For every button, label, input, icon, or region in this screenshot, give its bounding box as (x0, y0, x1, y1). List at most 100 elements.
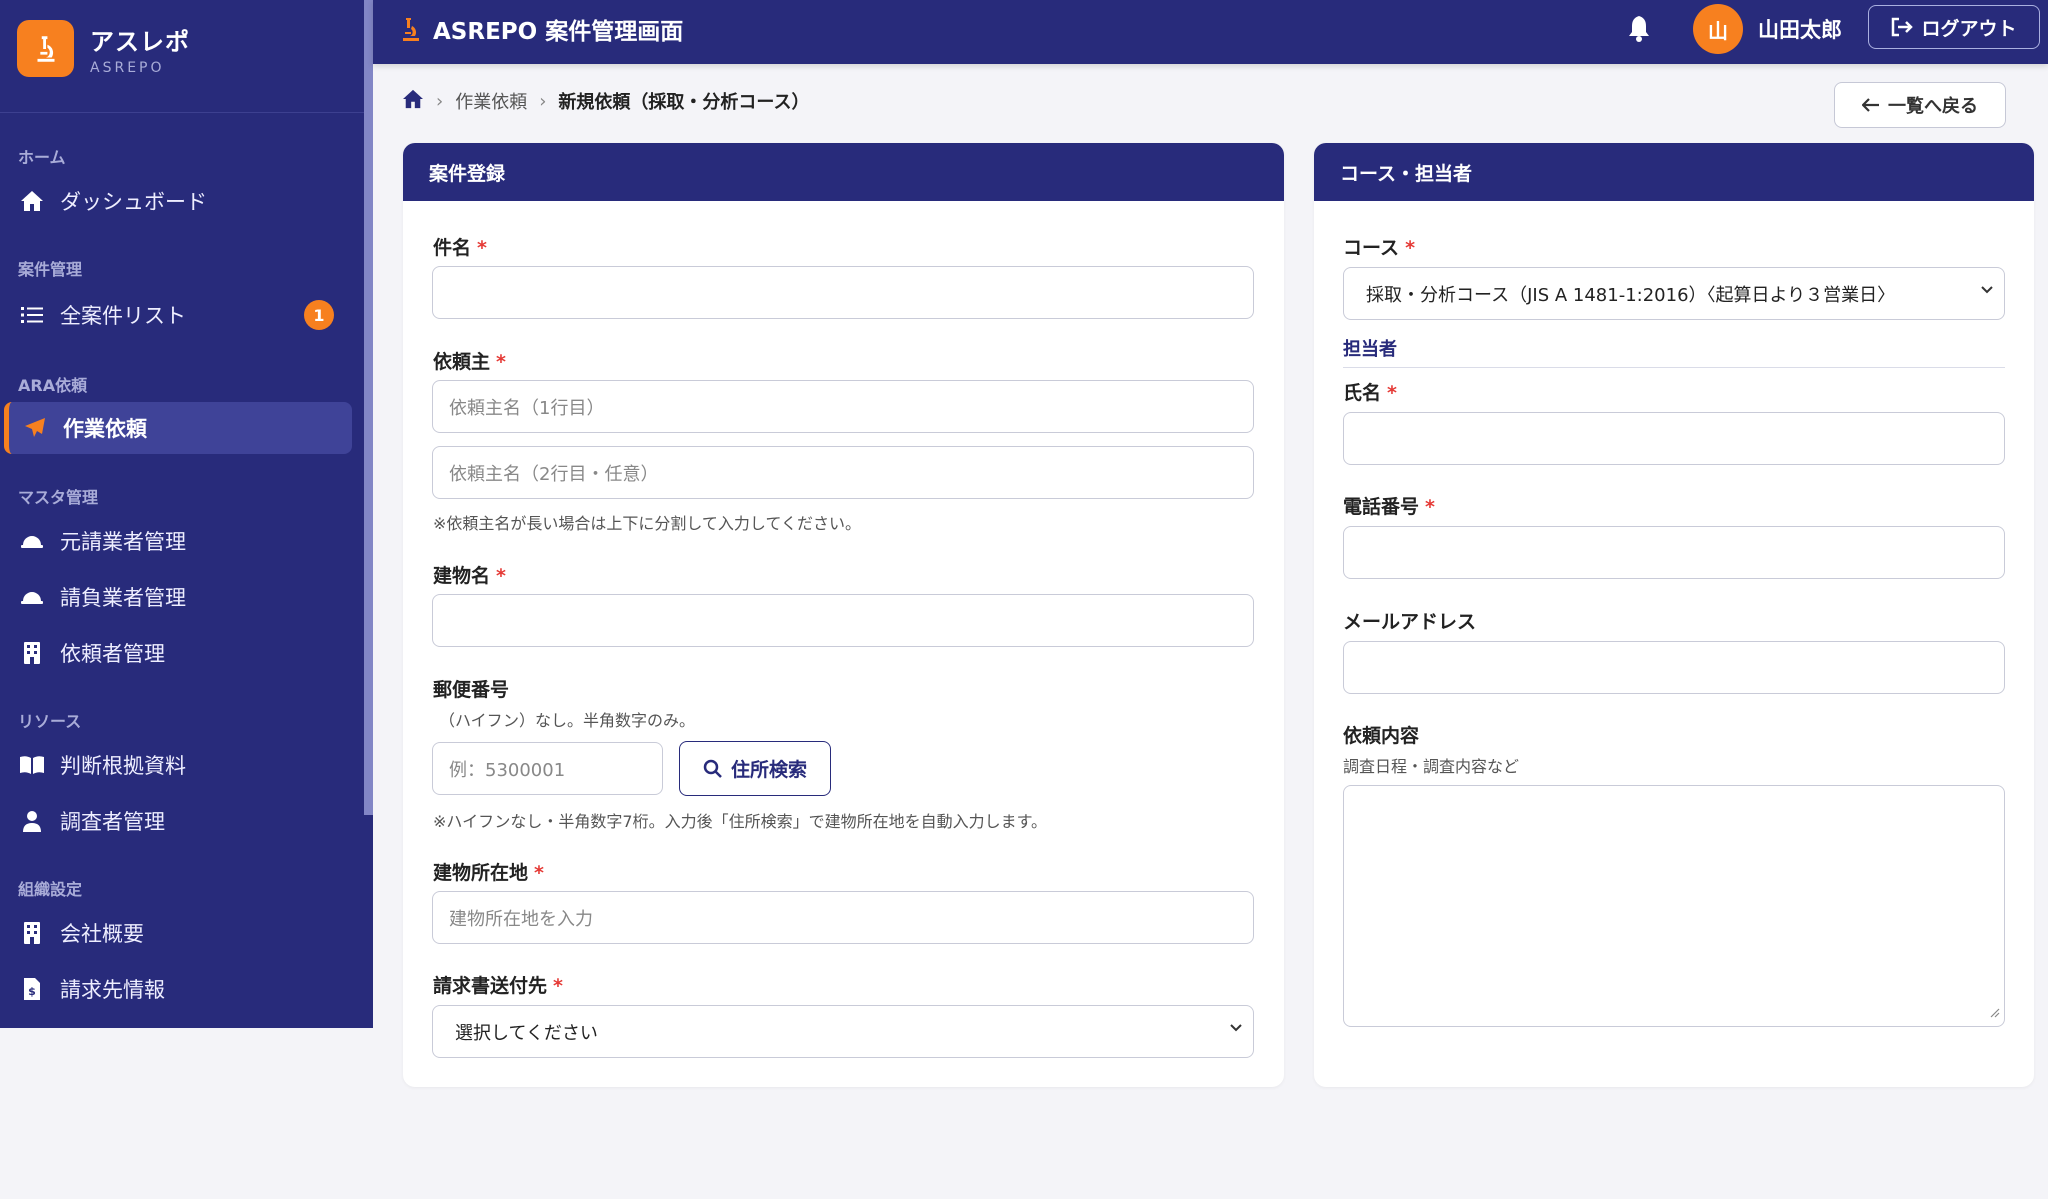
sidebar-item-label: 会社概要 (60, 922, 144, 946)
postal-sublabel: （ハイフン）なし。半角数字のみ。 (439, 711, 696, 730)
billing-select[interactable]: 選択してください (432, 1005, 1254, 1058)
sidebar-item-dashboard[interactable]: ダッシュボード (4, 175, 352, 227)
chevron-right-icon: › (436, 90, 444, 112)
request-label: 依頼内容 (1343, 725, 1420, 747)
microscope-icon (399, 16, 423, 42)
count-badge: 1 (304, 300, 334, 330)
sidebar-item-label: 作業依頼 (63, 417, 147, 441)
logout-button[interactable]: ログアウト (1868, 5, 2040, 49)
postal-label: 郵便番号 (433, 679, 510, 701)
arrow-left-icon (1862, 98, 1880, 112)
sidebar-item-label: ダッシュボード (60, 190, 207, 214)
app-title: ASREPO 案件管理画面 (399, 0, 683, 58)
resize-handle-icon[interactable] (1990, 1003, 2000, 1022)
avatar[interactable]: 山 (1693, 4, 1743, 54)
course-select[interactable]: 採取・分析コース（JIS A 1481-1:2016）〈起算日より３営業日〉 (1343, 267, 2005, 320)
sidebar-item-work-request[interactable]: 作業依頼 (4, 402, 352, 454)
home-icon[interactable] (402, 89, 424, 114)
sidebar-item-label: 全案件リスト (60, 304, 186, 328)
billing-label: 請求書送付先 * (433, 975, 563, 997)
brand-name: アスレポ (90, 27, 190, 56)
breadcrumb: › 作業依頼 › 新規依頼（採取・分析コース） (402, 88, 810, 114)
sidebar-item-evidence-docs[interactable]: 判断根拠資料 (4, 739, 352, 791)
sidebar-item-label: 元請業者管理 (60, 530, 186, 554)
address-label: 建物所在地 * (433, 862, 544, 884)
divider (1343, 367, 2005, 368)
section-ara: ARA依頼 (18, 376, 88, 395)
billing-selected-value: 選択してください (455, 1022, 598, 1044)
building-icon (18, 639, 46, 667)
phone-input[interactable] (1343, 526, 2005, 579)
name-label: 氏名 * (1343, 382, 1397, 404)
back-to-list-label: 一覧へ戻る (1888, 96, 1978, 117)
client-hint: ※依頼主名が長い場合は上下に分割して入力してください。 (433, 514, 861, 533)
building-label: 建物名 * (433, 565, 506, 587)
logout-label: ログアウト (1921, 17, 2017, 40)
building-input[interactable] (432, 594, 1254, 647)
microscope-icon (17, 20, 74, 77)
list-icon (18, 301, 46, 329)
sidebar-item-subcontractors[interactable]: 請負業者管理 (4, 571, 352, 623)
sidebar: アスレポ ASREPO ホーム ダッシュボード 案件管理 全案件リスト 1 AR… (0, 0, 373, 1028)
client-line2-input[interactable]: 依頼主名（2行目・任意） (432, 446, 1254, 499)
email-input[interactable] (1343, 641, 2005, 694)
sidebar-scrollbar[interactable] (364, 0, 373, 815)
course-selected-value: 採取・分析コース（JIS A 1481-1:2016）〈起算日より３営業日〉 (1366, 284, 1896, 306)
hardhat-icon (18, 583, 46, 611)
subject-input[interactable] (432, 266, 1254, 319)
postal-input[interactable]: 例：5300001 (432, 742, 663, 795)
chevron-down-icon (1980, 285, 1994, 295)
sidebar-item-surveyors[interactable]: 調査者管理 (4, 795, 352, 847)
sidebar-item-company[interactable]: 会社概要 (4, 907, 352, 959)
back-to-list-button[interactable]: 一覧へ戻る (1834, 82, 2006, 128)
chevron-down-icon (1229, 1023, 1243, 1033)
sidebar-item-prime-contractors[interactable]: 元請業者管理 (4, 515, 352, 567)
request-textarea[interactable] (1343, 785, 2005, 1027)
search-icon (703, 759, 723, 779)
address-search-label: 住所検索 (730, 759, 807, 781)
course-staff-card: コース・担当者 コース * 採取・分析コース（JIS A 1481-1:2016）… (1314, 143, 2034, 1087)
username[interactable]: 山田太郎 (1758, 14, 1842, 44)
section-organization: 組織設定 (18, 880, 83, 899)
app-title-text: ASREPO 案件管理画面 (433, 19, 684, 45)
staff-heading: 担当者 (1343, 339, 1397, 360)
client-label: 依頼主 * (433, 351, 506, 373)
logout-icon (1891, 17, 1914, 37)
home-icon (18, 187, 46, 215)
send-icon (21, 414, 49, 442)
section-master: マスタ管理 (18, 488, 99, 507)
name-input[interactable] (1343, 412, 2005, 465)
bell-icon[interactable] (1627, 14, 1651, 46)
postal-hint: ※ハイフンなし・半角数字7桁。入力後「住所検索」で建物所在地を自動入力します。 (433, 812, 1047, 831)
card-title: 案件登録 (403, 143, 1284, 201)
breadcrumb-current: 新規依頼（採取・分析コース） (558, 92, 810, 113)
subject-label: 件名 * (433, 237, 487, 259)
svg-text:$: $ (28, 985, 36, 998)
address-input[interactable]: 建物所在地を入力 (432, 891, 1254, 944)
case-registration-card: 案件登録 件名 * 依頼主 * 依頼主名（1行目） 依頼主名（2行目・任意） ※依頼… (403, 143, 1284, 1087)
section-home: ホーム (18, 148, 66, 167)
sidebar-item-label: 依頼者管理 (60, 642, 165, 666)
sidebar-item-label: 請求先情報 (60, 978, 165, 1002)
card-title: コース・担当者 (1314, 143, 2034, 201)
brand-subtitle: ASREPO (90, 59, 165, 76)
sidebar-item-all-cases[interactable]: 全案件リスト 1 (4, 289, 352, 341)
phone-label: 電話番号 * (1343, 496, 1435, 518)
user-tie-icon (18, 807, 46, 835)
sidebar-item-label: 判断根拠資料 (60, 754, 186, 778)
topbar: ASREPO 案件管理画面 山 山田太郎 ログアウト (373, 0, 2048, 64)
brand[interactable]: アスレポ ASREPO (17, 20, 190, 77)
sidebar-item-requesters[interactable]: 依頼者管理 (4, 627, 352, 679)
building-icon (18, 919, 46, 947)
section-cases: 案件管理 (18, 260, 83, 279)
section-resources: リソース (18, 712, 82, 731)
sidebar-item-label: 調査者管理 (60, 810, 165, 834)
breadcrumb-link[interactable]: 作業依頼 (455, 88, 527, 114)
divider (0, 112, 364, 113)
address-search-button[interactable]: 住所検索 (679, 741, 831, 796)
hardhat-icon (18, 527, 46, 555)
client-line1-input[interactable]: 依頼主名（1行目） (432, 380, 1254, 433)
sidebar-item-label: 請負業者管理 (60, 586, 186, 610)
invoice-icon: $ (18, 975, 46, 1003)
sidebar-item-billing-info[interactable]: $ 請求先情報 (4, 963, 352, 1015)
